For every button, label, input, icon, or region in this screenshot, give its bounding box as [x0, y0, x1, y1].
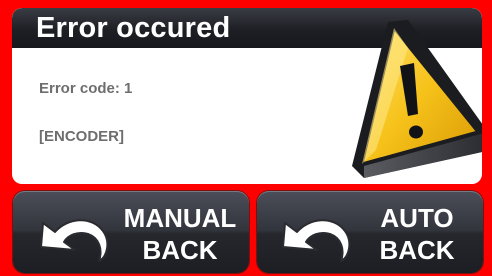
back-arrow-icon — [40, 219, 109, 262]
back-arrow-icon — [282, 219, 351, 262]
error-code-text: Error code: 1 — [39, 80, 133, 97]
manual-back-label-line1: MANUAL — [123, 203, 237, 233]
warning-triangle-icon — [352, 20, 482, 178]
error-name-text: [ENCODER] — [39, 128, 124, 145]
error-panel: Error occured Error code: 1 [ENCODER] — [12, 8, 482, 184]
manual-back-button[interactable]: MANUAL BACK — [13, 191, 249, 273]
error-screen: Error occured Error code: 1 [ENCODER] MA… — [0, 0, 492, 276]
auto-back-button[interactable]: AUTO BACK — [257, 191, 483, 273]
manual-back-label-line2: BACK — [142, 235, 218, 265]
auto-back-label-line2: BACK — [379, 235, 455, 265]
dialog-title: Error occured — [36, 12, 231, 44]
auto-back-label-line1: AUTO — [380, 203, 454, 233]
